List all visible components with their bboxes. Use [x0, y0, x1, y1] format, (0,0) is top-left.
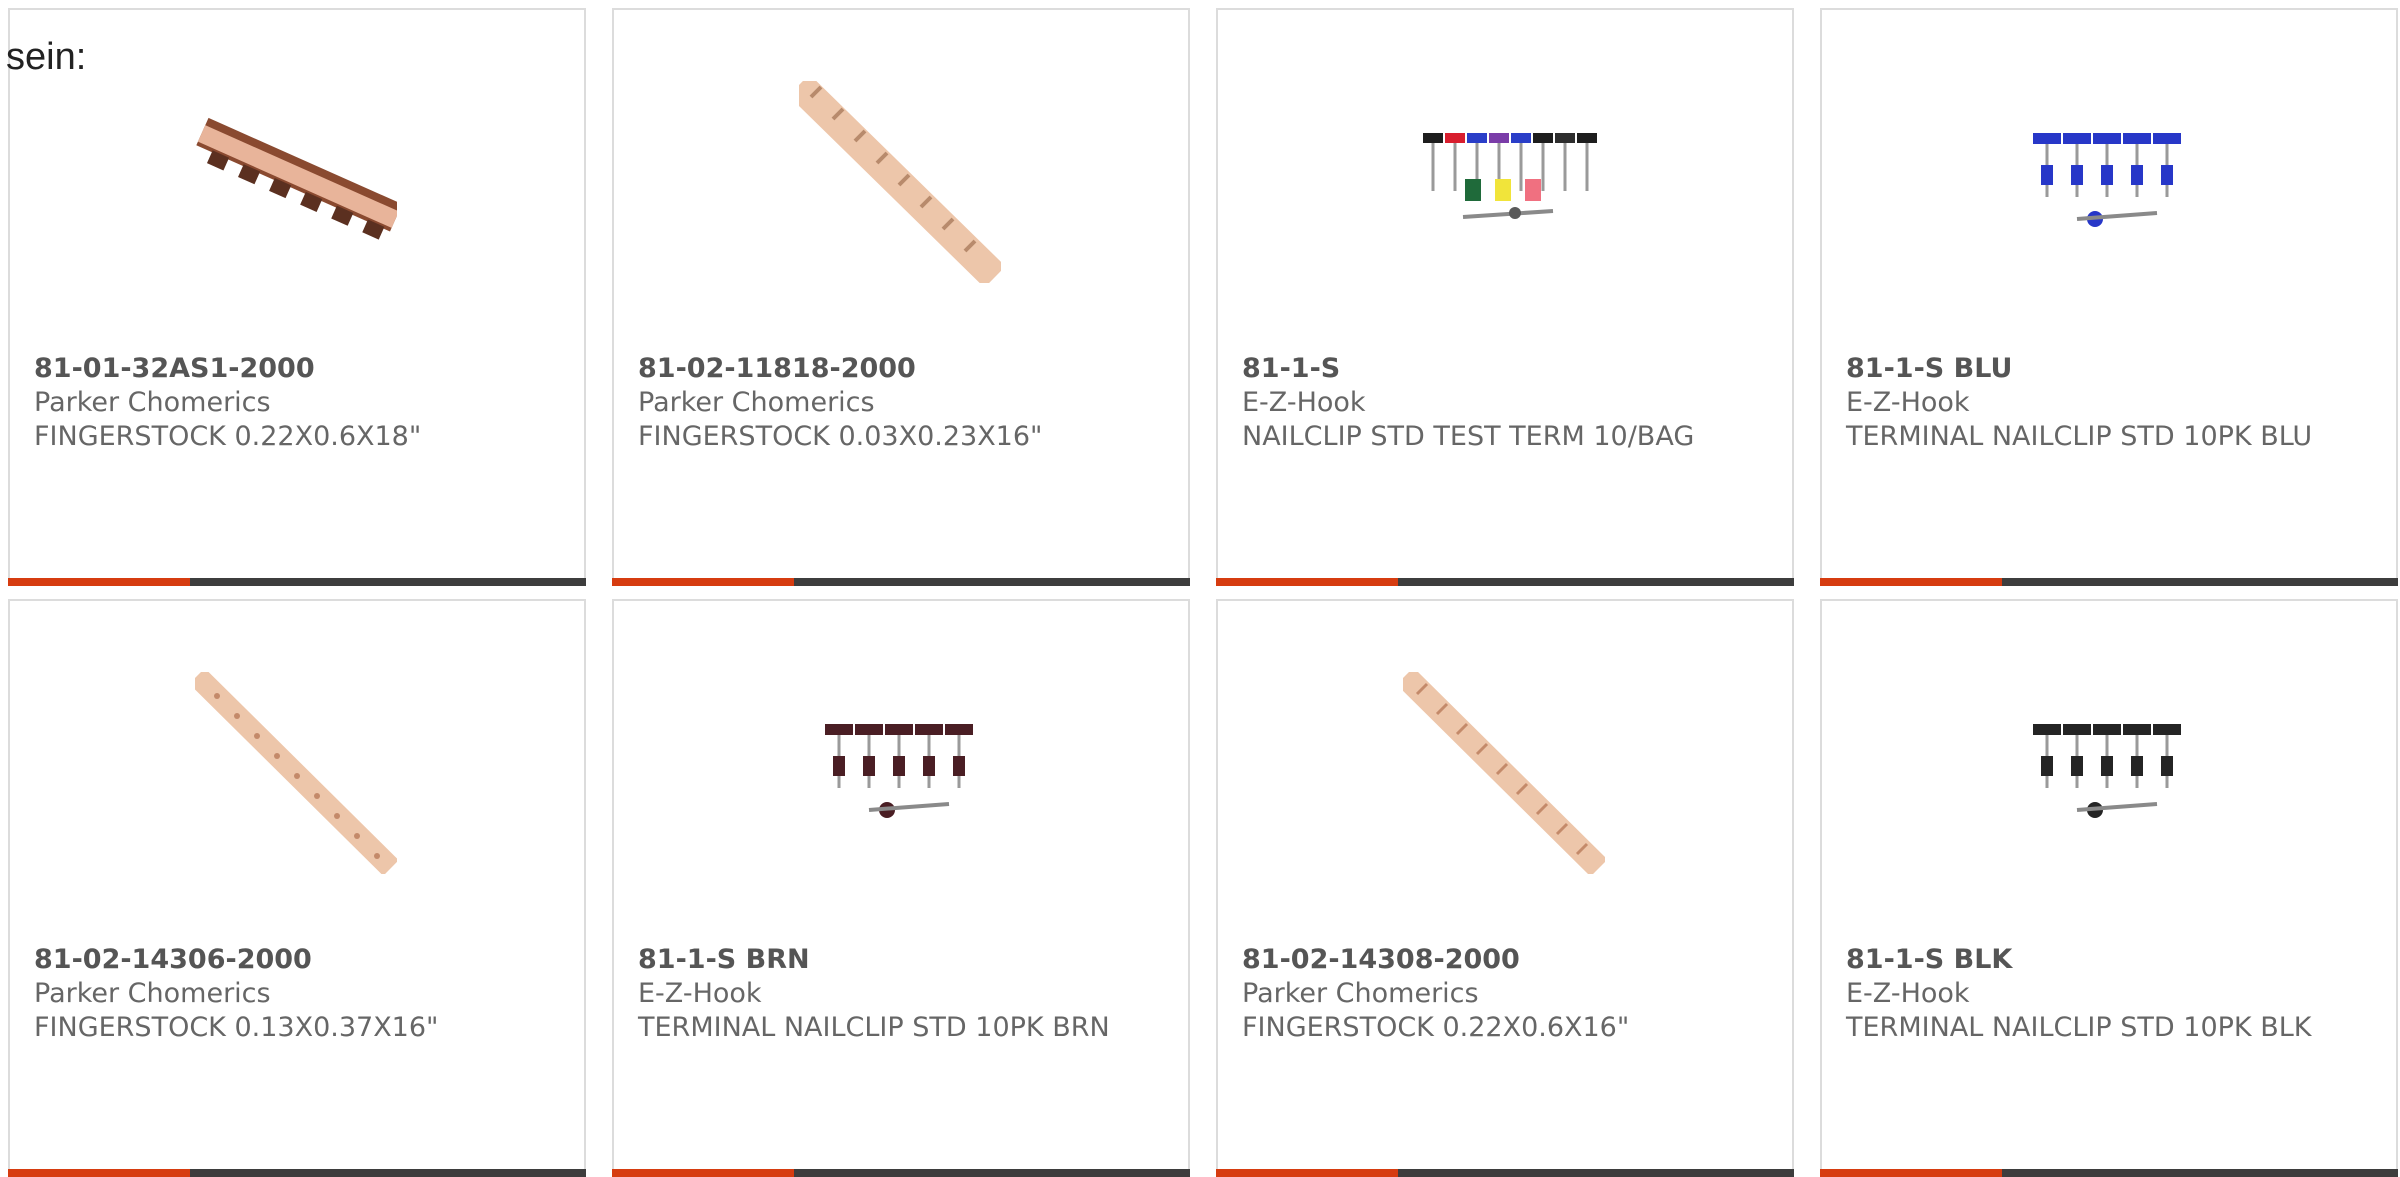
card-accent-bar	[1820, 578, 2398, 586]
product-description: FINGERSTOCK 0.22X0.6X16"	[1242, 1012, 1630, 1043]
blue-nailclips-image	[2007, 81, 2209, 283]
card-accent-bar	[8, 578, 586, 586]
product-sku: 81-01-32AS1-2000	[34, 353, 315, 384]
product-brand: Parker Chomerics	[638, 387, 875, 418]
product-brand: Parker Chomerics	[34, 978, 271, 1009]
product-card[interactable]: 81-02-14306-2000 Parker Chomerics FINGER…	[8, 599, 586, 1177]
product-sku: 81-02-14306-2000	[34, 944, 312, 975]
product-description: FINGERSTOCK 0.22X0.6X18"	[34, 421, 422, 452]
fingerstock-strip-image	[1403, 672, 1605, 874]
product-brand: E-Z-Hook	[1242, 387, 1366, 418]
product-brand: E-Z-Hook	[1846, 387, 1970, 418]
product-grid: 81-01-32AS1-2000 Parker Chomerics FINGER…	[8, 8, 2398, 1177]
product-sku: 81-02-14308-2000	[1242, 944, 1520, 975]
product-sku: 81-1-S BRN	[638, 944, 810, 975]
product-card[interactable]: 81-1-S E-Z-Hook NAILCLIP STD TEST TERM 1…	[1216, 8, 1794, 586]
product-card[interactable]: 81-1-S BRN E-Z-Hook TERMINAL NAILCLIP ST…	[612, 599, 1190, 1177]
fingerstock-clip-image	[195, 81, 397, 283]
card-accent-bar	[1216, 578, 1794, 586]
product-sku: 81-1-S BLU	[1846, 353, 2013, 384]
product-card[interactable]: 81-1-S BLU E-Z-Hook TERMINAL NAILCLIP ST…	[1820, 8, 2398, 586]
product-description: NAILCLIP STD TEST TERM 10/BAG	[1242, 421, 1695, 452]
product-description: TERMINAL NAILCLIP STD 10PK BRN	[638, 1012, 1110, 1043]
card-accent-bar	[612, 1169, 1190, 1177]
product-brand: E-Z-Hook	[638, 978, 762, 1009]
product-sku: 81-1-S BLK	[1846, 944, 2013, 975]
multicolor-nailclips-image	[1403, 81, 1605, 283]
product-card[interactable]: 81-1-S BLK E-Z-Hook TERMINAL NAILCLIP ST…	[1820, 599, 2398, 1177]
product-brand: Parker Chomerics	[1242, 978, 1479, 1009]
card-accent-bar	[1820, 1169, 2398, 1177]
card-accent-bar	[8, 1169, 586, 1177]
fingerstock-strip-image	[195, 672, 397, 874]
card-accent-bar	[1216, 1169, 1794, 1177]
product-sku: 81-02-11818-2000	[638, 353, 916, 384]
product-description: FINGERSTOCK 0.13X0.37X16"	[34, 1012, 439, 1043]
fingerstock-strip-image	[799, 81, 1001, 283]
product-brand: Parker Chomerics	[34, 387, 271, 418]
product-card[interactable]: 81-02-11818-2000 Parker Chomerics FINGER…	[612, 8, 1190, 586]
product-card[interactable]: 81-01-32AS1-2000 Parker Chomerics FINGER…	[8, 8, 586, 586]
product-description: TERMINAL NAILCLIP STD 10PK BLK	[1846, 1012, 2312, 1043]
brown-nailclips-image	[799, 672, 1001, 874]
product-sku: 81-1-S	[1242, 353, 1341, 384]
product-brand: E-Z-Hook	[1846, 978, 1970, 1009]
card-accent-bar	[612, 578, 1190, 586]
product-card[interactable]: 81-02-14308-2000 Parker Chomerics FINGER…	[1216, 599, 1794, 1177]
product-description: FINGERSTOCK 0.03X0.23X16"	[638, 421, 1043, 452]
product-description: TERMINAL NAILCLIP STD 10PK BLU	[1846, 421, 2313, 452]
intro-text: sein:	[6, 36, 87, 78]
black-nailclips-image	[2007, 672, 2209, 874]
